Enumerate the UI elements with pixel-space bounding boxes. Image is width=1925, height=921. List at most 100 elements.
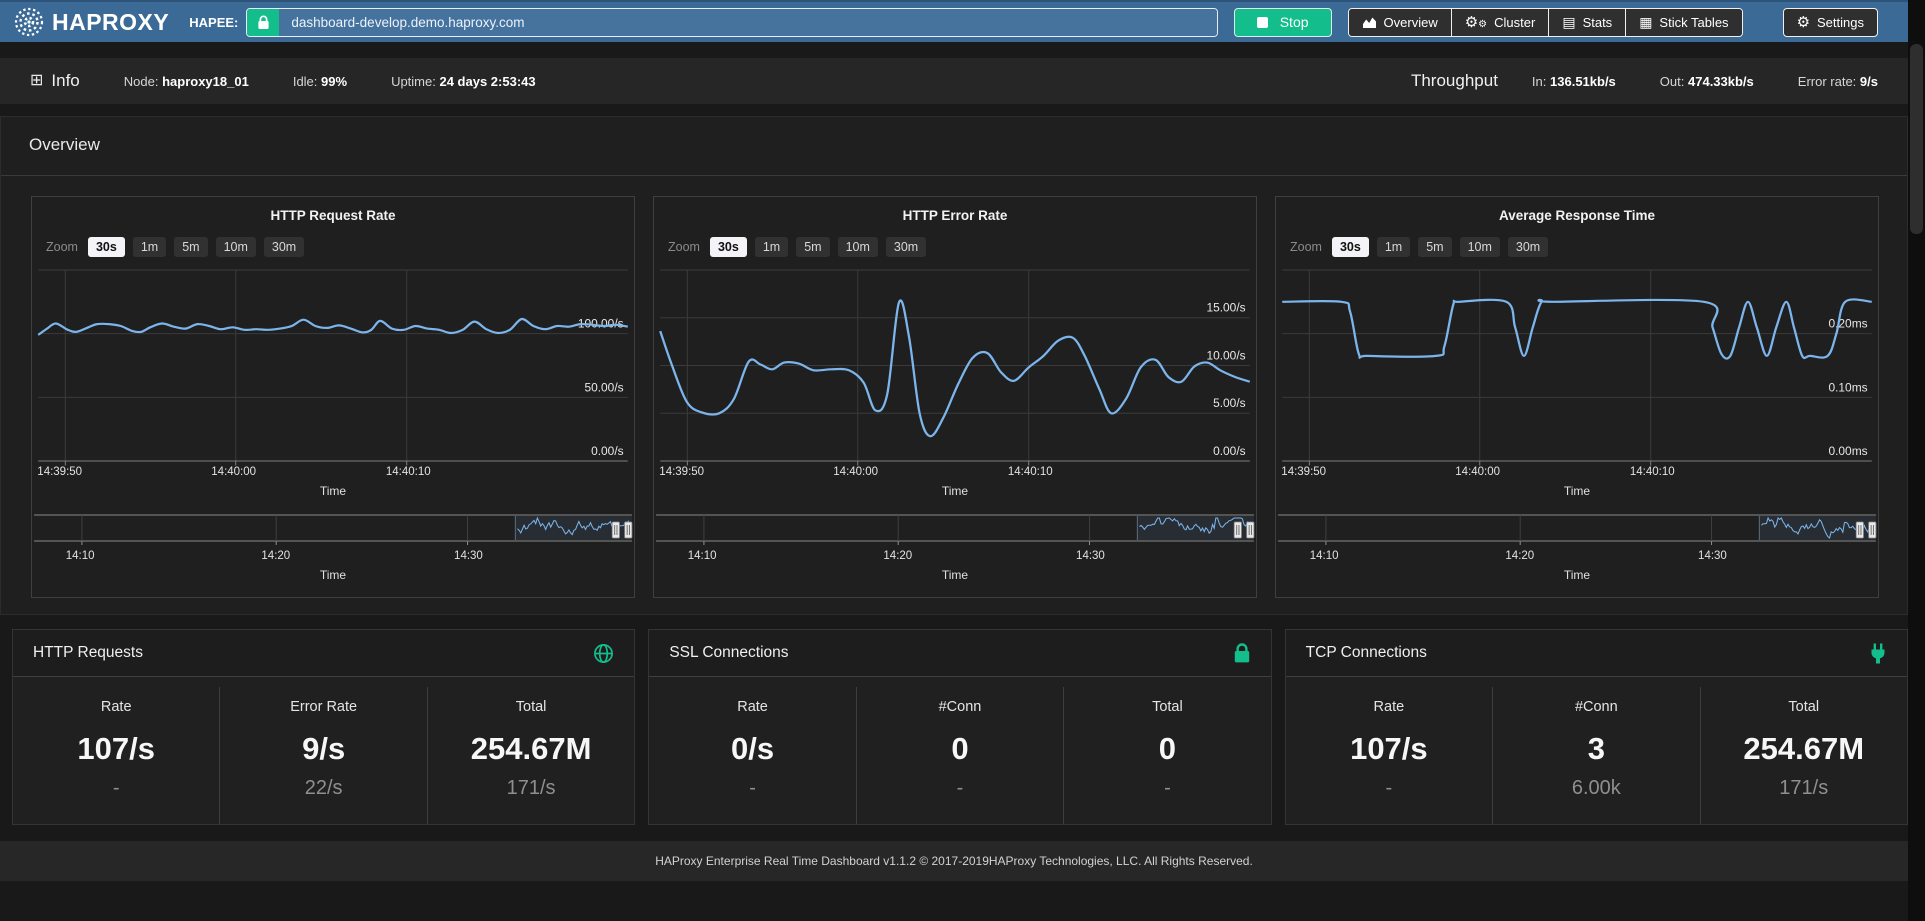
navigator-tick-label: 14:10 <box>1310 550 1339 562</box>
zoom-label: Zoom <box>1290 240 1322 254</box>
zoom-30m-button[interactable]: 30m <box>886 237 926 257</box>
nav-button-stick-tables[interactable]: ▦ Stick Tables <box>1626 9 1741 36</box>
throughput-in: In: 136.51kb/s <box>1532 74 1616 89</box>
x-axis-tick-labels: 14:39:5014:40:0014:40:10 <box>1276 466 1878 482</box>
zoom-1m-button[interactable]: 1m <box>1377 237 1410 257</box>
navigator-tick-label: 14:10 <box>66 550 95 562</box>
x-axis-title: Time <box>32 484 634 502</box>
idle-info: Idle: 99% <box>293 74 347 89</box>
card-tcp-connections: TCP Connections Rate107/s-#Conn36.00kTot… <box>1285 629 1908 825</box>
node-info: Node: haproxy18_01 <box>124 74 249 89</box>
metric-value: 9/s <box>220 731 426 767</box>
navigator-tick-label: 14:20 <box>1505 550 1534 562</box>
idle-value: 99% <box>321 74 347 89</box>
card-title: SSL Connections <box>669 644 788 662</box>
chart-title: HTTP Request Rate <box>32 208 634 223</box>
navigator-tick-label: 14:30 <box>1698 550 1727 562</box>
gears-icon: ⚙⚙ <box>1465 15 1487 30</box>
metric-label: #Conn <box>1493 699 1699 715</box>
metric-column-total: Total254.67M171/s <box>1700 687 1907 824</box>
zoom-10m-button[interactable]: 10m <box>838 237 878 257</box>
info-label: Info <box>51 71 79 91</box>
nav-button-cluster[interactable]: ⚙⚙ Cluster <box>1452 9 1550 36</box>
navigator-handle[interactable] <box>612 522 619 538</box>
lock-icon <box>257 15 270 30</box>
nav-button-stats[interactable]: ▤ Stats <box>1549 9 1626 36</box>
node-value: haproxy18_01 <box>162 74 249 89</box>
x-axis-tick-label: 14:40:00 <box>1455 466 1500 478</box>
zoom-30s-button[interactable]: 30s <box>710 237 747 257</box>
view-nav-group: Overview ⚙⚙ Cluster ▤ Stats ▦ Stick Tabl… <box>1348 8 1743 37</box>
info-toggle[interactable]: ⊞ Info <box>30 71 80 91</box>
nav-button-label: Overview <box>1384 15 1438 30</box>
throughput-error-rate: Error rate: 9/s <box>1798 74 1878 89</box>
hapee-label: HAPEE: <box>189 15 238 30</box>
uptime-info: Uptime: 24 days 2:53:43 <box>391 74 536 89</box>
card-ssl-connections: SSL Connections Rate0/s-#Conn0-Total0- <box>648 629 1271 825</box>
y-axis-tick-label: 10.00/s <box>1206 350 1245 363</box>
zoom-10m-button[interactable]: 10m <box>216 237 256 257</box>
navigator-handle[interactable] <box>1856 522 1863 538</box>
chart-title: Average Response Time <box>1276 208 1878 223</box>
chart-panel-http-request-rate: HTTP Request RateZoom30s1m5m10m30m100.00… <box>31 196 635 598</box>
zoom-30m-button[interactable]: 30m <box>1508 237 1548 257</box>
y-axis-tick-label: 50.00/s <box>584 382 623 395</box>
lock-icon <box>1233 643 1251 664</box>
navigator-tick-label: 14:30 <box>1076 550 1105 562</box>
url-input[interactable]: dashboard-develop.demo.haproxy.com <box>279 9 1216 36</box>
metric-column-rate: Rate107/s- <box>1286 687 1492 824</box>
zoom-30s-button[interactable]: 30s <box>88 237 125 257</box>
nav-button-overview[interactable]: Overview <box>1349 9 1452 36</box>
navigator[interactable] <box>32 514 634 548</box>
metric-value: 107/s <box>1286 731 1492 767</box>
footer-text: HAProxy Enterprise Real Time Dashboard v… <box>655 854 1253 868</box>
metric-label: Total <box>1064 699 1270 715</box>
metric-sub-value: - <box>1286 777 1492 800</box>
zoom-30s-button[interactable]: 30s <box>1332 237 1369 257</box>
zoom-label: Zoom <box>668 240 700 254</box>
zoom-1m-button[interactable]: 1m <box>133 237 166 257</box>
card-body: Rate0/s-#Conn0-Total0- <box>649 677 1270 824</box>
zoom-5m-button[interactable]: 5m <box>174 237 207 257</box>
haproxy-brand: HAPROXY <box>14 7 169 37</box>
navigator-handle[interactable] <box>1234 522 1241 538</box>
in-value: 136.51kb/s <box>1550 74 1616 89</box>
chart-plot: 15.00/s10.00/s5.00/s0.00/s <box>654 266 1256 466</box>
zoom-5m-button[interactable]: 5m <box>1418 237 1451 257</box>
metric-sub-value: 6.00k <box>1493 777 1699 800</box>
overview-section: Overview HTTP Request RateZoom30s1m5m10m… <box>0 116 1908 615</box>
navigator-tick-label: 14:20 <box>261 550 290 562</box>
zoom-1m-button[interactable]: 1m <box>755 237 788 257</box>
card-title: HTTP Requests <box>33 644 143 662</box>
url-lock-button[interactable] <box>247 9 279 36</box>
navigator-axis-title: Time <box>32 568 634 582</box>
navigator-handle[interactable] <box>625 522 632 538</box>
throughput-label: Throughput <box>1411 71 1498 91</box>
error-rate-label: Error rate: <box>1798 74 1857 89</box>
navigator-handle[interactable] <box>1869 522 1876 538</box>
zoom-label: Zoom <box>46 240 78 254</box>
chart-panel-average-response-time: Average Response TimeZoom30s1m5m10m30m0.… <box>1275 196 1879 598</box>
metric-column-rate: Rate0/s- <box>649 687 855 824</box>
settings-button-label: Settings <box>1817 15 1864 30</box>
zoom-30m-button[interactable]: 30m <box>264 237 304 257</box>
zoom-5m-button[interactable]: 5m <box>796 237 829 257</box>
series-line <box>660 300 1250 436</box>
navigator[interactable] <box>654 514 1256 548</box>
navigator-tick-label: 14:10 <box>688 550 717 562</box>
navigator-handle[interactable] <box>1247 522 1254 538</box>
scrollbar-thumb[interactable] <box>1910 44 1923 234</box>
metric-value: 107/s <box>13 731 219 767</box>
navigator[interactable] <box>1276 514 1878 548</box>
node-label: Node: <box>124 74 159 89</box>
y-axis-tick-label: 15.00/s <box>1206 302 1245 315</box>
x-axis-tick-label: 14:39:50 <box>659 466 704 478</box>
zoom-controls: Zoom 30s 1m 5m 10m 30m <box>46 236 634 258</box>
stop-button[interactable]: Stop <box>1234 8 1332 37</box>
nav-button-label: Stats <box>1583 15 1613 30</box>
settings-button[interactable]: ⚙ Settings <box>1783 8 1878 37</box>
y-axis-tick-label: 5.00/s <box>1213 397 1246 410</box>
y-axis-tick-label: 0.00/s <box>591 445 624 458</box>
chart-plot: 100.00/s50.00/s0.00/s <box>32 266 634 466</box>
zoom-10m-button[interactable]: 10m <box>1460 237 1500 257</box>
